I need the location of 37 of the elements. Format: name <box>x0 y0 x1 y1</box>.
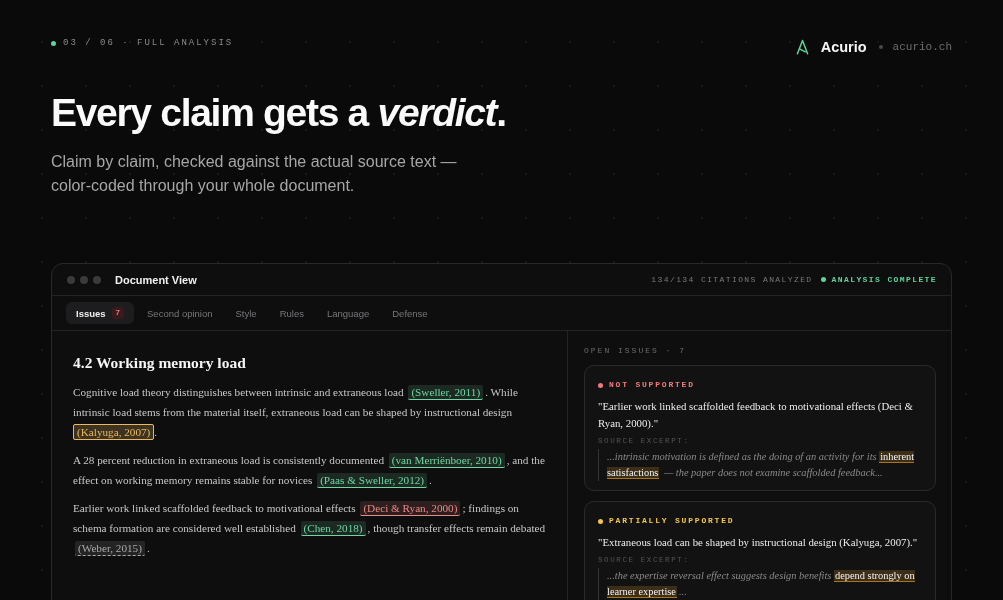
count-badge: 7 <box>111 307 125 319</box>
tab[interactable]: Second opinion <box>137 302 223 324</box>
verdict-label: NOT SUPPORTED <box>609 379 695 391</box>
tab[interactable]: Style <box>225 302 267 324</box>
claim-quote: "Earlier work linked scaffolded feedback to motivational effects (Deci & Ryan, 2000)." <box>598 399 914 431</box>
tab[interactable]: Issues 7 <box>66 302 135 324</box>
step-indicator: 03 / 06 · FULL ANALYSIS <box>63 37 234 50</box>
citation-link[interactable]: (Paas & Sweller, 2012) <box>317 473 428 488</box>
citation-link[interactable]: (Chen, 2018) <box>300 521 366 536</box>
citation-link[interactable]: (Kalyuga, 2007) <box>73 424 155 440</box>
brand-name: Acurio <box>820 38 867 57</box>
brand-domain: acurio.ch <box>892 40 952 55</box>
hero-title: Every claim gets a verdict. <box>51 90 506 136</box>
claim-quote: "Extraneous load can be shaped by instructional design (Kalyuga, 2007)." <box>598 535 919 550</box>
citation-link[interactable]: (Sweller, 2011) <box>408 385 484 400</box>
body-paragraph: Cognitive load theory distinguishes between intrinsic and extraneous load (Sweller, 2011) . While intrinsic load stems from the material itself, extraneous load can be shaped by instructional design (Kalyuga, 2007) . <box>73 384 519 442</box>
body-paragraph: A 28 percent reduction in extraneous load is consistently documented (van Merriënboer, 2010) , and the effect on working memory remains stable for novices (Paas & Sweller, 2012) . <box>73 452 546 490</box>
analysis-status: ANALYSIS COMPLETE <box>831 275 937 284</box>
citation-link[interactable]: (Deci & Ryan, 2000) <box>360 501 461 516</box>
tab[interactable]: Language <box>316 302 380 324</box>
section-heading: 4.2 Working memory load <box>73 353 246 373</box>
issue-card[interactable] <box>584 365 936 491</box>
citation-link[interactable]: (Weber, 2015) <box>75 541 145 556</box>
verdict-label: PARTIALLY SUPPORTED <box>609 515 735 527</box>
tab[interactable]: Defense <box>382 302 438 324</box>
citation-count: 134/134 CITATIONS ANALYZED <box>651 275 813 284</box>
separator-dot-icon <box>878 45 883 49</box>
logo-mark-icon <box>795 39 809 55</box>
body-paragraph: Earlier work linked scaffolded feedback to motivational effects (Deci & Ryan, 2000) ; findings on schema formation are considered well established (Chen, 2018) , though transfer effects remain debated (Weber, 2015) . <box>73 500 547 558</box>
status-dot-icon <box>820 277 826 282</box>
tab[interactable]: Rules <box>269 302 314 324</box>
panel-title: OPEN ISSUES · 7 <box>584 345 686 357</box>
issue-card[interactable] <box>584 501 936 600</box>
window-title: Document View <box>115 273 197 286</box>
hero-subtitle: Claim by claim, checked against the actual source text — color-coded through your whole document. <box>51 152 458 196</box>
citation-link[interactable]: (van Merriënboer, 2010) <box>388 453 505 468</box>
status-dot-icon <box>51 40 56 46</box>
